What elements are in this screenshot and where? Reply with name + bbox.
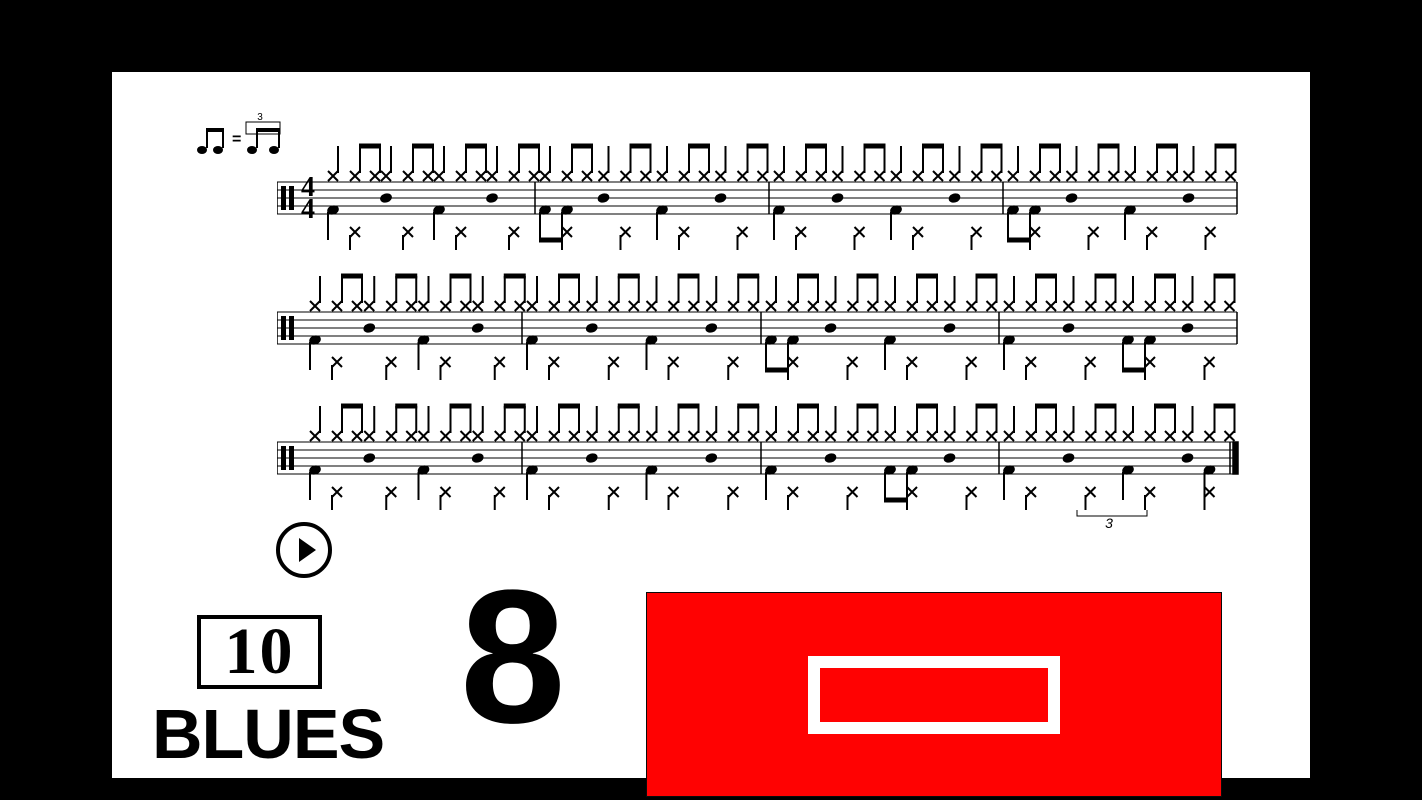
lesson-number-badge: 10 [197,615,322,689]
svg-text:=: = [232,131,241,148]
main-panel: = 3 4 [112,72,1310,778]
style-label: BLUES [152,694,384,774]
staff-row-3: 3 [277,392,1242,532]
red-panel-frame [808,656,1060,734]
timesig-bot: 4 [301,194,315,225]
play-button[interactable] [276,522,332,578]
red-panel[interactable] [646,592,1222,797]
svg-text:3: 3 [257,112,263,123]
triplet-label: 3 [1105,515,1113,531]
staff-row-2 [277,262,1242,392]
play-icon [299,538,316,562]
lesson-number: 10 [225,614,295,690]
variation-number: 8 [460,562,558,752]
staff-row-1: 4 4 [277,132,1242,262]
